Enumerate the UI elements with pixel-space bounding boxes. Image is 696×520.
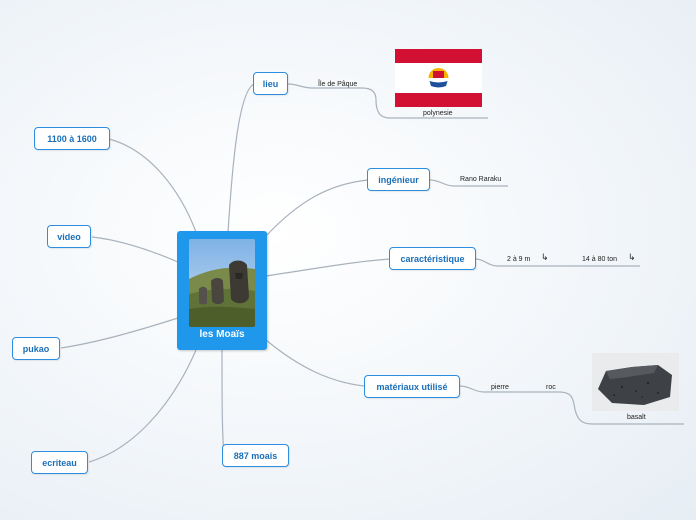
topic-caracteristique[interactable]: caractéristique bbox=[389, 247, 476, 270]
leaf-material-sub[interactable]: roc bbox=[546, 383, 556, 392]
leaf-material-type[interactable]: pierre bbox=[491, 383, 509, 392]
moai-photo bbox=[189, 239, 255, 327]
leaf-weight[interactable]: 14 à 80 ton bbox=[582, 255, 617, 264]
topic-pukao[interactable]: pukao bbox=[12, 337, 60, 360]
note-icon[interactable]: ↳ bbox=[541, 252, 549, 263]
leaf-lieu-place[interactable]: Île de Pâque bbox=[318, 80, 357, 89]
topic-ingenieur[interactable]: ingénieur bbox=[367, 168, 430, 191]
flag-caption: polynesie bbox=[423, 110, 453, 117]
rock-caption: basalt bbox=[627, 414, 646, 421]
central-topic-title: les Moaïs bbox=[199, 329, 245, 340]
polynesia-flag-image[interactable] bbox=[395, 49, 482, 107]
topic-date-range[interactable]: 1100 à 1600 bbox=[34, 127, 110, 150]
topic-ecriteau[interactable]: ecriteau bbox=[31, 451, 88, 474]
topic-lieu[interactable]: lieu bbox=[253, 72, 288, 95]
central-topic[interactable]: les Moaïs bbox=[177, 231, 267, 350]
leaf-height[interactable]: 2 à 9 m bbox=[507, 255, 530, 264]
note-icon[interactable]: ↳ bbox=[628, 252, 636, 263]
topic-video[interactable]: video bbox=[47, 225, 91, 248]
basalt-rock-image[interactable] bbox=[592, 353, 679, 411]
leaf-ingenieur-name[interactable]: Rano Raraku bbox=[460, 175, 501, 184]
topic-materiaux[interactable]: matériaux utilisé bbox=[364, 375, 460, 398]
topic-moais-count[interactable]: 887 moais bbox=[222, 444, 289, 467]
